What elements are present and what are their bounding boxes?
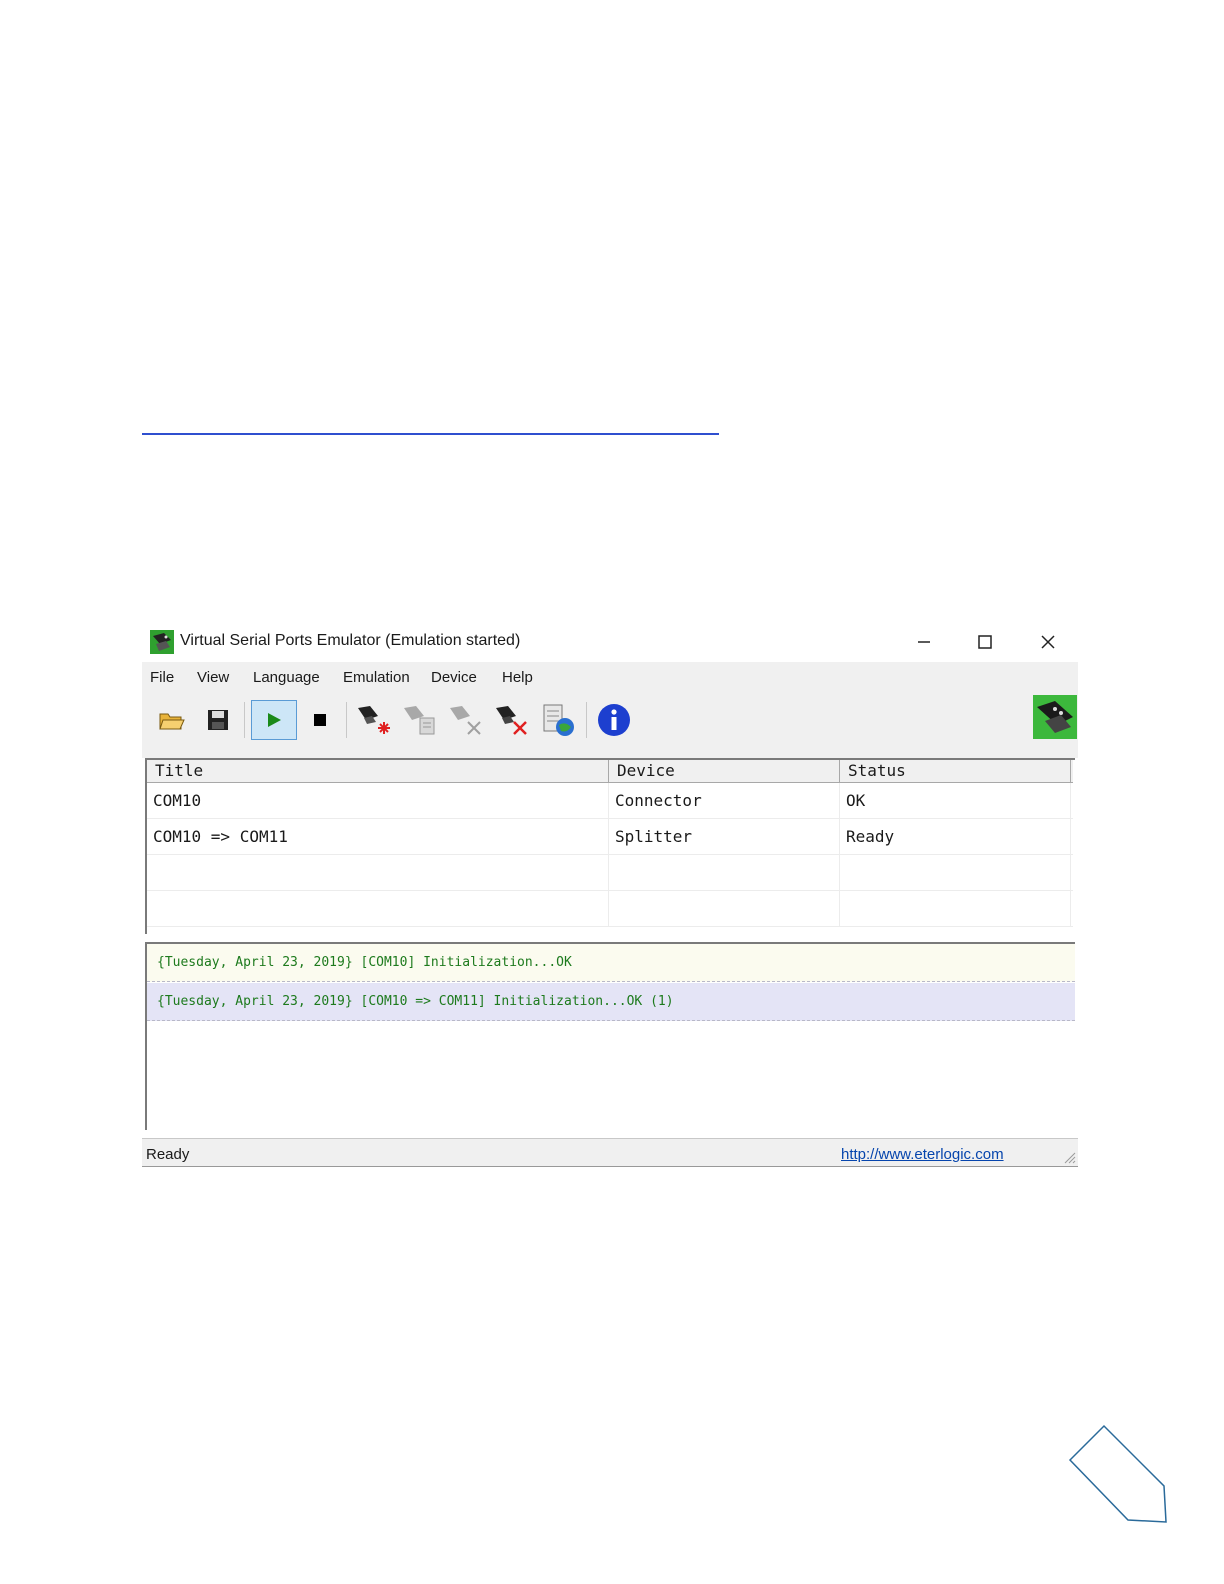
cell-status	[840, 855, 1071, 890]
website-link[interactable]: http://www.eterlogic.com	[841, 1146, 1004, 1163]
new-device-button[interactable]	[352, 700, 392, 740]
open-button[interactable]	[152, 700, 192, 740]
cell-title	[147, 855, 609, 890]
maximize-button[interactable]	[965, 628, 1005, 656]
start-emulation-button[interactable]	[251, 700, 297, 740]
minimize-icon	[918, 641, 930, 643]
menu-view[interactable]: View	[197, 669, 229, 686]
event-log[interactable]: {Tuesday, April 23, 2019} [COM10] Initia…	[145, 942, 1075, 1130]
table-header: Title Device Status	[147, 760, 1073, 783]
logo-badge	[1032, 694, 1078, 740]
serial-port-app-icon	[150, 630, 174, 654]
menu-emulation[interactable]: Emulation	[343, 669, 410, 686]
save-disk-icon	[208, 710, 228, 730]
toolbar-separator	[586, 702, 587, 738]
cell-device: Splitter	[609, 819, 840, 854]
cell-title: COM10	[147, 783, 609, 818]
toolbar-gap	[142, 748, 1078, 758]
cell-status: OK	[840, 783, 1071, 818]
toolbar-separator	[346, 702, 347, 738]
column-header-title[interactable]: Title	[147, 760, 609, 782]
cell-device	[609, 891, 840, 926]
table-row[interactable]	[147, 891, 1073, 927]
title-bar[interactable]: Virtual Serial Ports Emulator (Emulation…	[142, 622, 1078, 662]
new-device-icon	[358, 706, 390, 734]
edit-device-button[interactable]	[398, 700, 438, 740]
remove-device-icon	[450, 706, 481, 735]
table-row[interactable]	[147, 855, 1073, 891]
log-entry: {Tuesday, April 23, 2019} [COM10] Initia…	[147, 944, 1075, 982]
ports-table: Title Device Status COM10 Connector OK C…	[145, 758, 1075, 934]
edit-device-icon	[404, 706, 435, 735]
close-icon	[1041, 635, 1055, 649]
column-header-status[interactable]: Status	[840, 760, 1071, 782]
network-settings-icon	[543, 704, 574, 736]
cell-device: Connector	[609, 783, 840, 818]
cell-title	[147, 891, 609, 926]
minimize-button[interactable]	[904, 628, 944, 656]
status-bar: Ready http://www.eterlogic.com	[142, 1138, 1078, 1167]
stop-icon	[314, 714, 326, 726]
close-button[interactable]	[1028, 628, 1068, 656]
table-row[interactable]: COM10 Connector OK	[147, 783, 1073, 819]
log-entry: {Tuesday, April 23, 2019} [COM10 => COM1…	[147, 983, 1075, 1021]
status-text: Ready	[146, 1146, 190, 1163]
serial-port-logo-icon	[1033, 695, 1077, 739]
menu-bar: File View Language Emulation Device Help	[142, 662, 1078, 692]
cell-device	[609, 855, 840, 890]
menu-language[interactable]: Language	[253, 669, 320, 686]
maximize-icon	[978, 635, 992, 649]
cell-status: Ready	[840, 819, 1071, 854]
delete-device-icon	[496, 706, 527, 735]
column-header-device[interactable]: Device	[609, 760, 840, 782]
menu-file[interactable]: File	[150, 669, 174, 686]
toolbar	[142, 692, 1078, 749]
window-title: Virtual Serial Ports Emulator (Emulation…	[180, 632, 521, 649]
cell-status	[840, 891, 1071, 926]
remove-device-button[interactable]	[444, 700, 484, 740]
about-button[interactable]	[594, 700, 634, 740]
save-button[interactable]	[198, 700, 238, 740]
page-corner-shape-icon	[1068, 1424, 1167, 1523]
toolbar-separator	[244, 702, 245, 738]
resize-grip-icon[interactable]	[1062, 1150, 1076, 1164]
play-icon	[268, 713, 281, 727]
menu-device[interactable]: Device	[431, 669, 477, 686]
network-settings-button[interactable]	[538, 700, 578, 740]
cell-title: COM10 => COM11	[147, 819, 609, 854]
table-row[interactable]: COM10 => COM11 Splitter Ready	[147, 819, 1073, 855]
info-icon	[598, 704, 630, 736]
open-folder-icon	[159, 713, 185, 730]
app-window: Virtual Serial Ports Emulator (Emulation…	[142, 622, 1078, 1167]
menu-help[interactable]: Help	[502, 669, 533, 686]
document-rule-line	[142, 433, 719, 435]
delete-device-button[interactable]	[490, 700, 530, 740]
stop-emulation-button[interactable]	[300, 700, 340, 740]
